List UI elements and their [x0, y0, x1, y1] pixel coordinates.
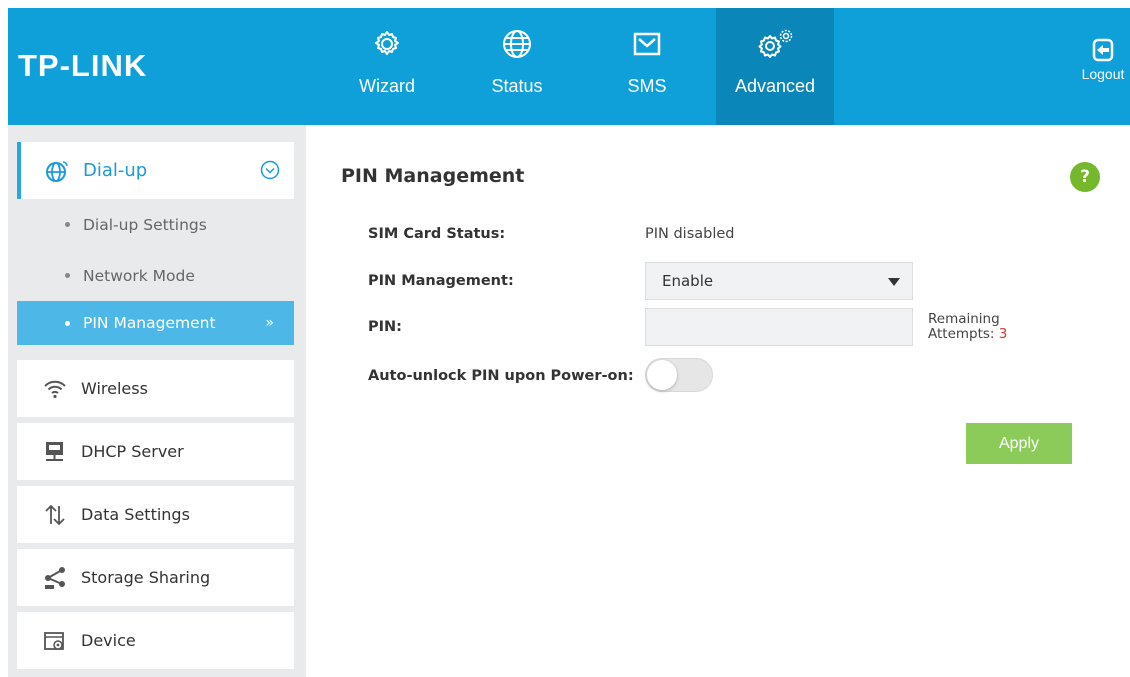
- gears-icon: [758, 29, 793, 58]
- help-icon[interactable]: ?: [1070, 162, 1100, 192]
- auto-unlock-toggle[interactable]: [645, 358, 713, 392]
- pin-management-select[interactable]: Enable: [645, 262, 913, 300]
- attempts-count: 3: [998, 326, 1008, 342]
- toggle-knob: [647, 360, 677, 390]
- nav-tab-sms[interactable]: SMS: [588, 8, 706, 125]
- remaining-attempts: Remaining Attempts: 3: [928, 312, 1007, 342]
- submenu-item-label: Dial-up Settings: [83, 215, 207, 234]
- dhcp-server-icon: [46, 441, 63, 461]
- submenu-item-label: PIN Management: [83, 314, 216, 332]
- dialup-submenu: Dial-up Settings Network Mode PIN Manage…: [17, 199, 294, 345]
- wifi-icon: [44, 380, 66, 398]
- auto-unlock-label: Auto-unlock PIN upon Power-on:: [368, 368, 634, 384]
- submenu-item-network-mode[interactable]: Network Mode: [17, 250, 294, 301]
- submenu-item-label: Network Mode: [83, 266, 195, 285]
- bullet-icon: [65, 273, 70, 278]
- page-title: PIN Management: [341, 165, 525, 187]
- pin-label: PIN:: [368, 319, 402, 335]
- logout-button[interactable]: Logout: [1076, 38, 1130, 82]
- sidebar-item-label: Data Settings: [81, 505, 190, 524]
- envelope-icon: [633, 32, 661, 56]
- pin-management-selected-value: Enable: [662, 272, 714, 290]
- bullet-icon: [65, 222, 70, 227]
- sidebar-item-device[interactable]: Device: [17, 612, 294, 669]
- globe-icon: [503, 30, 531, 58]
- apply-button[interactable]: Apply: [966, 423, 1072, 464]
- sidebar: Dial-up Dial-up Settings Network Mode PI…: [8, 125, 306, 677]
- nav-tab-label: Status: [491, 76, 543, 96]
- sidebar-item-label: Dial-up: [83, 160, 148, 181]
- tp-link-logo: TP-LINK: [18, 48, 148, 83]
- pin-input[interactable]: [645, 308, 913, 346]
- gear-icon: [375, 31, 399, 55]
- double-chevron-right-icon: »: [265, 315, 274, 331]
- nav-tab-label: Wizard: [358, 76, 415, 96]
- sidebar-item-wireless[interactable]: Wireless: [17, 360, 294, 417]
- share-icon: [45, 566, 65, 589]
- sim-status-label: SIM Card Status:: [368, 226, 506, 242]
- sidebar-item-storage-sharing[interactable]: Storage Sharing: [17, 549, 294, 606]
- sim-status-value: PIN disabled: [645, 226, 735, 242]
- bullet-icon: [65, 320, 70, 326]
- sidebar-item-label: Wireless: [81, 379, 148, 398]
- nav-tab-label: SMS: [627, 76, 667, 96]
- sidebar-item-label: Storage Sharing: [81, 568, 211, 587]
- top-header: TP-LINK Wizard Status SMS Advanced Logou…: [8, 8, 1130, 125]
- globe-signal-icon: [46, 160, 68, 182]
- caret-down-icon: [888, 278, 900, 286]
- nav-tab-label: Advanced: [734, 76, 816, 96]
- submenu-item-pin-management[interactable]: PIN Management »: [17, 301, 294, 345]
- nav-tab-advanced[interactable]: Advanced: [716, 8, 834, 125]
- sidebar-item-dialup[interactable]: Dial-up: [17, 142, 294, 199]
- logout-label: Logout: [1081, 66, 1125, 82]
- main-panel: PIN Management ? SIM Card Status: PIN di…: [306, 125, 1130, 677]
- nav-tab-status[interactable]: Status: [458, 8, 576, 125]
- sidebar-item-label: DHCP Server: [81, 442, 184, 461]
- up-down-arrows-icon: [45, 504, 65, 525]
- logout-icon: [1092, 38, 1114, 62]
- sidebar-item-data-settings[interactable]: Data Settings: [17, 486, 294, 543]
- sidebar-item-label: Device: [81, 631, 136, 650]
- pin-management-label: PIN Management:: [368, 273, 514, 289]
- sidebar-item-dhcp-server[interactable]: DHCP Server: [17, 423, 294, 480]
- remaining-label: Remaining: [928, 311, 1000, 327]
- submenu-item-dialup-settings[interactable]: Dial-up Settings: [17, 199, 294, 250]
- attempts-label: Attempts:: [928, 326, 995, 342]
- nav-tab-wizard[interactable]: Wizard: [328, 8, 446, 125]
- device-settings-icon: [44, 631, 64, 650]
- chevron-down-icon[interactable]: [260, 160, 280, 180]
